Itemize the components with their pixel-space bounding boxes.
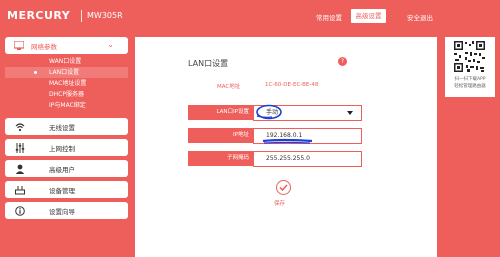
logo-divider [81, 10, 82, 22]
lan-ip-setting-label: LAN口IP设置 [188, 105, 253, 120]
subnet-mask-input[interactable]: 255.255.255.0 [253, 151, 362, 167]
qr-caption-line1: 扫一扫下载APP [454, 77, 486, 82]
top-header: MERCURY MW305R 常用设置 高级设置 安全退出 [0, 0, 500, 33]
nav-logout[interactable]: 安全退出 [407, 12, 433, 22]
subnet-mask-value: 255.255.255.0 [266, 155, 310, 162]
page-title: LAN口设置 [188, 59, 229, 68]
mac-address-row: MAC地址 1C-60-DE-EC-BE-48 [188, 80, 349, 90]
pen-annotation [256, 104, 282, 120]
subnet-mask-label: 子网掩码 [188, 151, 253, 166]
network-icon [14, 41, 24, 50]
sidebar-item-label: 上网控制 [49, 145, 75, 153]
brand-logo: MERCURY [7, 9, 71, 22]
nav-advanced-label: 高级设置 [355, 12, 382, 20]
mac-address-label: MAC地址 [217, 84, 241, 90]
nav-advanced-settings[interactable]: 高级设置 [351, 9, 386, 23]
submenu-lan[interactable]: LAN口设置 [5, 67, 128, 78]
subnet-mask-row: 子网掩码 255.255.255.0 [188, 151, 362, 167]
device-icon [15, 186, 25, 195]
nav-common-settings[interactable]: 常用设置 [316, 12, 342, 22]
ip-address-label: IP地址 [188, 128, 253, 143]
sidebar-item-wireless[interactable]: 无线设置 [5, 118, 128, 135]
submenu-ip-mac-bind[interactable]: IP与MAC绑定 [5, 100, 128, 111]
check-icon [279, 184, 288, 191]
model-name: MW305R [87, 11, 123, 20]
pen-annotation [262, 138, 313, 144]
qr-caption-line2: 轻松管理路由器 [454, 84, 486, 89]
sidebar-item-label: 设备管理 [49, 187, 75, 195]
sidebar-item-advanced-user[interactable]: 高级用户 [5, 160, 128, 177]
ip-address-row: IP地址 192.168.0.1 [188, 128, 362, 144]
user-icon [15, 164, 25, 174]
active-dot-icon [34, 71, 37, 74]
submenu-dhcp[interactable]: DHCP服务器 [5, 89, 128, 100]
network-submenu: WAN口设置 LAN口设置 MAC地址设置 DHCP服务器 IP与MAC绑定 [5, 54, 128, 114]
chevron-down-icon: ⌄ [107, 40, 114, 49]
lan-ip-setting-row: LAN口IP设置 手动 [188, 104, 362, 121]
save-label[interactable]: 保存 [274, 199, 285, 207]
mac-address-value: 1C-60-DE-EC-BE-48 [265, 82, 319, 88]
qr-code-icon [453, 40, 486, 73]
sidebar-item-device-management[interactable]: 设备管理 [5, 181, 128, 198]
sidebar-item-label: 无线设置 [49, 124, 75, 132]
save-button[interactable] [276, 180, 291, 195]
help-icon[interactable]: ? [338, 57, 347, 66]
sidebar-item-setup-wizard[interactable]: 设置向导 [5, 202, 128, 219]
sidebar-item-label: 网络参数 [31, 43, 57, 51]
qr-panel: 扫一扫下载APP 轻松管理路由器 [445, 37, 495, 97]
submenu-mac[interactable]: MAC地址设置 [5, 78, 128, 89]
wifi-icon [15, 123, 25, 132]
sidebar-item-access-control[interactable]: 上网控制 [5, 139, 128, 156]
sidebar-item-label: 高级用户 [49, 166, 75, 174]
sliders-icon [15, 143, 25, 153]
info-icon [15, 206, 25, 216]
submenu-wan[interactable]: WAN口设置 [5, 56, 128, 67]
sidebar-item-label: 设置向导 [49, 208, 75, 216]
sidebar-item-network[interactable]: 网络参数 ⌄ [5, 37, 128, 54]
submenu-lan-label: LAN口设置 [49, 69, 80, 76]
sidebar: 网络参数 ⌄ WAN口设置 LAN口设置 MAC地址设置 DHCP服务器 IP与… [5, 37, 128, 219]
main-panel: LAN口设置 ? MAC地址 1C-60-DE-EC-BE-48 LAN口IP设… [135, 37, 437, 257]
